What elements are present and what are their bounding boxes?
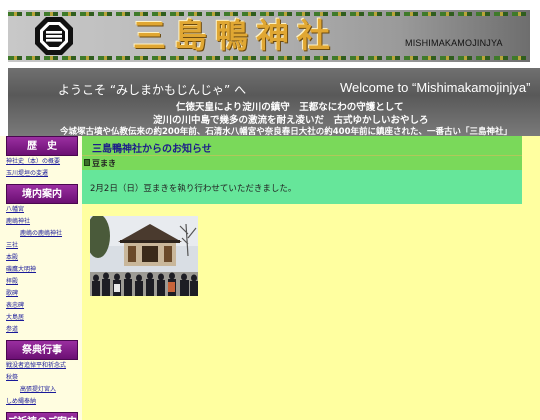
sidebar-link-history-overview[interactable]: 神社史（本）の概要 <box>0 156 82 168</box>
sidebar-link-otorii[interactable]: 大島居 <box>0 312 82 324</box>
welcome-english: Welcome to “Mishimakamojinjya” <box>340 80 531 95</box>
shrine-roman-name: MISHIMAKAMOJINJYA <box>405 38 503 48</box>
sidebar-nav: 歴 史 神社史（本）の概要 玉川堤垣の変遷 境内案内 八幡宮 鹿嶋神社 鹿嶋の鹿… <box>0 136 82 420</box>
sidebar-link-sando[interactable]: 参道 <box>0 324 82 336</box>
sidebar-heading-festivals: 祭典行事 <box>6 340 78 360</box>
sidebar-link-hyochuhi[interactable]: 表忠碑 <box>0 300 82 312</box>
site-header-banner: 三島鴨神社 MISHIMAKAMOJINJYA <box>8 10 530 62</box>
sidebar-link-sansha[interactable]: 三社 <box>0 240 82 252</box>
welcome-line-2: 淀川の川中島で幾多の激流を耐え凌いだ 古式ゆかしいおやしろ <box>153 115 429 126</box>
main-content: 三島鴨神社からのお知らせ 豆まき 2月2日（日）豆まきを執り行わせていただきまし… <box>82 136 540 420</box>
sidebar-link-lantern[interactable]: 高張提灯宮入 <box>0 384 82 396</box>
sidebar-heading-prayer: ご祈祷のご案内 <box>6 412 78 420</box>
sidebar-link-isotaka[interactable]: 磯鷹大明神 <box>0 264 82 276</box>
vine-decoration-bottom <box>8 56 530 60</box>
event-photo <box>90 216 198 296</box>
post-message: 2月2日（日）豆まきを執り行わせていただきました。 <box>90 184 297 194</box>
checkbox-icon <box>84 159 90 166</box>
welcome-band: ようこそ “みしまかもじんじゃ” へ Welcome to “Mishimaka… <box>8 68 540 137</box>
notice-header: 三島鴨神社からのお知らせ <box>82 136 522 156</box>
sidebar-link-shimenawa[interactable]: しめ縄奉納 <box>0 396 82 408</box>
sidebar-link-honden[interactable]: 本殿 <box>0 252 82 264</box>
post-title: 豆まき <box>92 159 116 168</box>
post-title-row: 豆まき <box>82 156 522 170</box>
welcome-line-1: 仁徳天皇により淀川の鎮守 王都なにわの守護として <box>176 102 404 113</box>
sidebar-heading-precinct: 境内案内 <box>6 184 78 204</box>
welcome-japanese: ようこそ “みしまかもじんじゃ” へ <box>58 83 247 97</box>
sidebar-link-kahi[interactable]: 歌碑 <box>0 288 82 300</box>
sidebar-link-autumn-festival[interactable]: 秋祭 <box>0 372 82 384</box>
sidebar-link-haiden[interactable]: 拝殿 <box>0 276 82 288</box>
sidebar-heading-history: 歴 史 <box>6 136 78 156</box>
shrine-title: 三島鴨神社 <box>133 16 338 55</box>
sidebar-link-kashima-shrine[interactable]: 鹿嶋神社 <box>0 216 82 228</box>
notice-title: 三島鴨神社からのお知らせ <box>92 144 212 155</box>
sidebar-link-memorial[interactable]: 戦没者追悼平和祈念式 <box>0 360 82 372</box>
shrine-crest-icon <box>35 17 73 55</box>
sidebar-link-tamagawa[interactable]: 玉川堤垣の変遷 <box>0 168 82 180</box>
sidebar-link-hachimangu[interactable]: 八幡宮 <box>0 204 82 216</box>
post-body: 2月2日（日）豆まきを執り行わせていただきました。 <box>82 170 522 204</box>
sidebar-link-kashima-sub[interactable]: 鹿嶋の鹿嶋神社 <box>0 228 82 240</box>
